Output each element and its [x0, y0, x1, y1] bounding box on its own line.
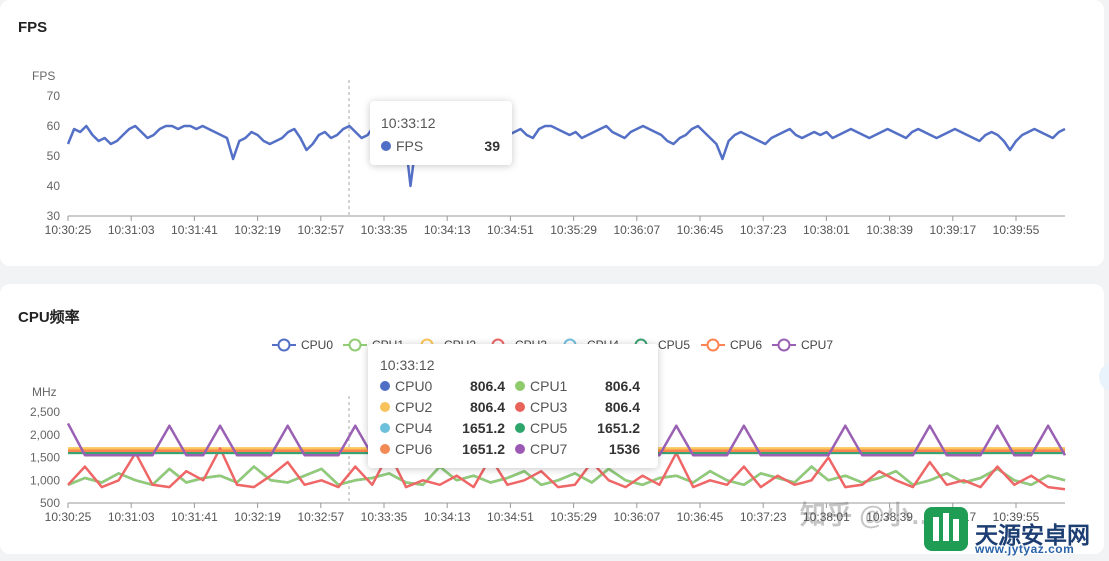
cpu-tooltip-row: CPU3 806.4: [515, 396, 650, 417]
cpu-tooltip-series: CPU2: [395, 398, 433, 415]
x-tick-label: 10:34:51: [487, 223, 534, 237]
fps-series-dot: [381, 140, 391, 151]
fps-tooltip: 10:33:12 FPS 39: [370, 101, 512, 165]
y-tick-label: 1,500: [30, 451, 60, 465]
y-tick-label: 1,000: [30, 473, 60, 487]
x-tick-label: 10:36:07: [613, 223, 660, 237]
cpu-tooltip: 10:33:12 CPU0 806.4 CPU1 806.4 CPU2 806.4 CPU3…: [368, 344, 658, 468]
cpu-tooltip-row: CPU2 806.4: [380, 396, 515, 417]
x-tick-label: 10:33:35: [361, 510, 408, 524]
x-tick-label: 10:34:51: [487, 510, 534, 524]
y-tick-label: 2,500: [30, 405, 60, 419]
cpu-series-dot: [380, 443, 390, 454]
cpu-tooltip-value: 1536: [608, 440, 640, 457]
cpu-tooltip-series: CPU7: [530, 440, 568, 457]
legend-marker-cpu6: [706, 338, 720, 352]
y-tick-label: 60: [47, 119, 61, 133]
x-tick-label: 10:32:57: [297, 510, 344, 524]
x-tick-label: 10:38:01: [803, 223, 850, 237]
x-tick-label: 10:30:25: [45, 223, 92, 237]
y-axis-unit-label: FPS: [32, 69, 55, 83]
cpu-series-dot: [515, 401, 525, 412]
x-tick-label: 10:33:35: [361, 223, 408, 237]
cpu-tooltip-value: 806.4: [604, 377, 640, 394]
cpu-tooltip-series: CPU6: [395, 440, 433, 457]
x-tick-label: 10:31:41: [171, 223, 218, 237]
cpu-tooltip-series: CPU1: [530, 377, 568, 394]
cpu-tooltip-grid: CPU0 806.4 CPU1 806.4 CPU2 806.4 CPU3 806.4 CPU4…: [380, 375, 650, 459]
y-tick-label: 30: [47, 209, 61, 223]
cpu-tooltip-row: CPU5 1651.2: [515, 417, 650, 438]
fps-tooltip-value: 39: [484, 137, 500, 154]
cpu-series-dot: [515, 443, 525, 454]
site-logo-icon: [924, 507, 968, 551]
cpu-tooltip-row: CPU6 1651.2: [380, 438, 515, 459]
legend-marker-cpu7: [777, 338, 791, 352]
x-tick-label: 10:35:29: [550, 223, 597, 237]
x-tick-label: 10:30:25: [45, 510, 92, 524]
legend-marker-cpu1: [348, 338, 362, 352]
x-tick-label: 10:35:29: [550, 510, 597, 524]
x-tick-label: 10:38:39: [866, 223, 913, 237]
x-tick-label: 10:39:17: [929, 223, 976, 237]
y-axis-unit-label: MHz: [32, 385, 57, 399]
x-tick-label: 10:31:03: [108, 510, 155, 524]
cpu-tooltip-value: 1651.2: [462, 419, 505, 436]
cpu-tooltip-series: CPU5: [530, 419, 568, 436]
x-tick-label: 10:36:07: [613, 510, 660, 524]
cpu-tooltip-series: CPU3: [530, 398, 568, 415]
legend-label-cpu7: CPU7: [801, 338, 833, 352]
x-tick-label: 10:32:19: [234, 223, 281, 237]
x-tick-label: 10:32:57: [297, 223, 344, 237]
cpu-tooltip-value: 806.4: [469, 377, 505, 394]
cpu-tooltip-time: 10:33:12: [380, 357, 435, 373]
legend-label-cpu6: CPU6: [730, 338, 762, 352]
x-tick-label: 10:34:13: [424, 223, 471, 237]
y-tick-label: 50: [47, 149, 61, 163]
legend-label-cpu5: CPU5: [658, 338, 690, 352]
x-tick-label: 10:37:23: [740, 510, 787, 524]
y-tick-label: 70: [47, 89, 61, 103]
fps-tooltip-series: FPS: [396, 137, 424, 154]
x-tick-label: 10:32:19: [234, 510, 281, 524]
zhihu-watermark: 知乎 @小…: [800, 500, 937, 530]
fps-card: FPS FPS 30 40 50 60 70 10:30:25 10:31:03 10:31:4…: [0, 0, 1104, 266]
cpu-tooltip-value: 1651.2: [597, 419, 640, 436]
cpu-tooltip-row: CPU1 806.4: [515, 375, 650, 396]
x-tick-label: 10:31:03: [108, 223, 155, 237]
cpu-tooltip-row: CPU0 806.4: [380, 375, 515, 396]
x-tick-label: 10:37:23: [740, 223, 787, 237]
x-tick-label: 10:34:13: [424, 510, 471, 524]
cpu-tooltip-value: 806.4: [604, 398, 640, 415]
legend-marker-cpu0: [277, 338, 291, 352]
cpu-series-dot: [515, 380, 525, 391]
cpu-series-dot: [380, 380, 390, 391]
fps-chart[interactable]: FPS 30 40 50 60 70 10:30:25 10:31:03 10:31:41 10:…: [0, 0, 1104, 266]
cpu-tooltip-value: 1651.2: [462, 440, 505, 457]
x-tick-label: 10:36:45: [677, 510, 724, 524]
cpu-tooltip-row: CPU4 1651.2: [380, 417, 515, 438]
cpu-tooltip-value: 806.4: [469, 398, 505, 415]
x-tick-label: 10:36:45: [677, 223, 724, 237]
series-line-fps: [66, 124, 1066, 188]
cpu-tooltip-series: CPU0: [395, 377, 433, 394]
cpu-tooltip-row: CPU7 1536: [515, 438, 650, 459]
site-url-watermark: www.jytyaz.com: [975, 542, 1075, 556]
x-tick-label: 10:39:55: [993, 223, 1040, 237]
cpu-series-dot: [515, 422, 525, 433]
x-tick-label: 10:31:41: [171, 510, 218, 524]
fps-tooltip-time: 10:33:12: [381, 115, 436, 131]
legend-label-cpu0: CPU0: [301, 338, 333, 352]
cpu-series-dot: [380, 422, 390, 433]
y-tick-label: 500: [40, 496, 60, 510]
y-tick-label: 40: [47, 179, 61, 193]
cpu-series-dot: [380, 401, 390, 412]
cpu-tooltip-series: CPU4: [395, 419, 433, 436]
y-tick-label: 2,000: [30, 428, 60, 442]
